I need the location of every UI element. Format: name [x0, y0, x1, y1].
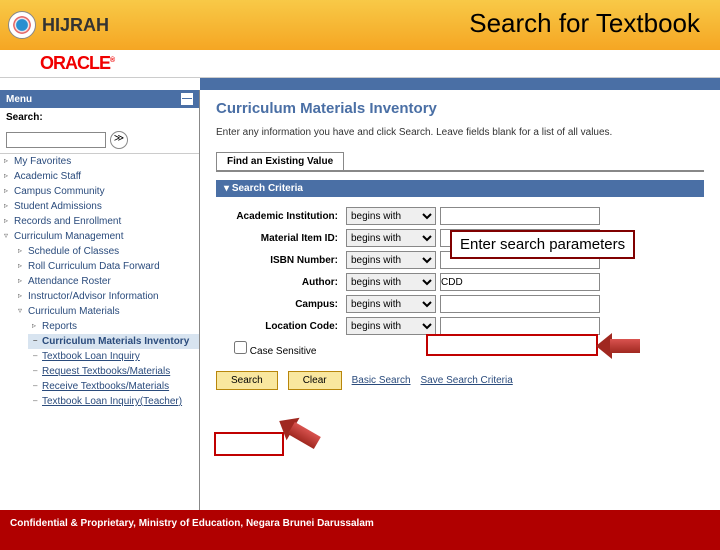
- tab-find-existing[interactable]: Find an Existing Value: [216, 152, 344, 170]
- row-author: Author: begins with: [216, 273, 704, 291]
- page-title: Curriculum Materials Inventory: [216, 100, 704, 117]
- callout-enter-params: Enter search parameters: [450, 230, 635, 259]
- nav-curriculum-management[interactable]: Curriculum Management: [0, 229, 199, 244]
- nav-records-enrollment[interactable]: Records and Enrollment: [0, 214, 199, 229]
- case-sensitive-label: Case Sensitive: [250, 346, 317, 357]
- menu-label: Menu: [6, 94, 32, 105]
- nav-schedule-classes[interactable]: Schedule of Classes: [14, 244, 199, 259]
- label-material-id: Material Item ID:: [216, 233, 346, 244]
- nav-my-favorites[interactable]: My Favorites: [0, 154, 199, 169]
- search-input[interactable]: [6, 132, 106, 148]
- hijrah-logo: HIJRAH: [0, 11, 109, 39]
- search-criteria-header[interactable]: Search Criteria: [216, 180, 704, 197]
- button-row: Search Clear Basic Search Save Search Cr…: [216, 371, 704, 390]
- input-author[interactable]: [440, 273, 600, 291]
- op-location[interactable]: begins with: [346, 317, 436, 335]
- sidebar-search: Search:: [0, 108, 199, 127]
- nav-textbook-loan-teacher[interactable]: Textbook Loan Inquiry(Teacher): [28, 394, 199, 409]
- label-institution: Academic Institution:: [216, 211, 346, 222]
- oracle-logo: ORACLE®: [40, 53, 114, 74]
- label-isbn: ISBN Number:: [216, 255, 346, 266]
- basic-search-link[interactable]: Basic Search: [352, 375, 411, 386]
- input-institution[interactable]: [440, 207, 600, 225]
- footer: Confidential & Proprietary, Ministry of …: [0, 510, 720, 550]
- search-button[interactable]: Search: [216, 371, 278, 390]
- arrow-to-author: [600, 333, 640, 359]
- nav-cm-inventory[interactable]: Curriculum Materials Inventory: [28, 334, 199, 349]
- slide-title: Search for Textbook: [469, 8, 700, 39]
- input-campus[interactable]: [440, 295, 600, 313]
- nav-instructor-advisor[interactable]: Instructor/Advisor Information: [14, 289, 199, 304]
- nav-textbook-loan-inquiry[interactable]: Textbook Loan Inquiry: [28, 349, 199, 364]
- case-sensitive-checkbox[interactable]: [234, 341, 247, 354]
- content-area: Curriculum Materials Inventory Enter any…: [200, 90, 720, 510]
- nav-student-admissions[interactable]: Student Admissions: [0, 199, 199, 214]
- search-go-icon[interactable]: ≫: [110, 131, 128, 149]
- oracle-bar: ORACLE®: [0, 50, 720, 78]
- collapse-icon[interactable]: —: [181, 93, 193, 105]
- input-location[interactable]: [440, 317, 600, 335]
- op-isbn[interactable]: begins with: [346, 251, 436, 269]
- nav-campus-community[interactable]: Campus Community: [0, 184, 199, 199]
- sidebar: Menu — Search: ≫ My Favorites Academic S…: [0, 90, 200, 510]
- nav-reports[interactable]: Reports: [28, 319, 199, 334]
- search-label: Search:: [6, 112, 43, 123]
- menu-header: Menu —: [0, 90, 199, 108]
- help-text: Enter any information you have and click…: [216, 127, 704, 138]
- op-campus[interactable]: begins with: [346, 295, 436, 313]
- nav-request-textbooks[interactable]: Request Textbooks/Materials: [28, 364, 199, 379]
- nav-receive-textbooks[interactable]: Receive Textbooks/Materials: [28, 379, 199, 394]
- hijrah-logo-text: HIJRAH: [42, 15, 109, 36]
- clear-button[interactable]: Clear: [288, 371, 342, 390]
- highlight-author-input: [426, 334, 598, 356]
- label-location: Location Code:: [216, 321, 346, 332]
- tab-divider: [216, 170, 704, 172]
- nav-tree: My Favorites Academic Staff Campus Commu…: [0, 153, 199, 409]
- nav-curriculum-materials[interactable]: Curriculum Materials: [14, 304, 199, 319]
- op-author[interactable]: begins with: [346, 273, 436, 291]
- top-banner: HIJRAH Search for Textbook: [0, 0, 720, 50]
- nav-academic-staff[interactable]: Academic Staff: [0, 169, 199, 184]
- row-campus: Campus: begins with: [216, 295, 704, 313]
- op-material-id[interactable]: begins with: [346, 229, 436, 247]
- op-institution[interactable]: begins with: [346, 207, 436, 225]
- nav-roll-curriculum[interactable]: Roll Curriculum Data Forward: [14, 259, 199, 274]
- highlight-search-button: [214, 432, 284, 456]
- row-institution: Academic Institution: begins with: [216, 207, 704, 225]
- nav-attendance-roster[interactable]: Attendance Roster: [14, 274, 199, 289]
- header-strip: [200, 78, 720, 90]
- hijrah-crest-icon: [8, 11, 36, 39]
- save-criteria-link[interactable]: Save Search Criteria: [421, 375, 513, 386]
- label-author: Author:: [216, 277, 346, 288]
- label-campus: Campus:: [216, 299, 346, 310]
